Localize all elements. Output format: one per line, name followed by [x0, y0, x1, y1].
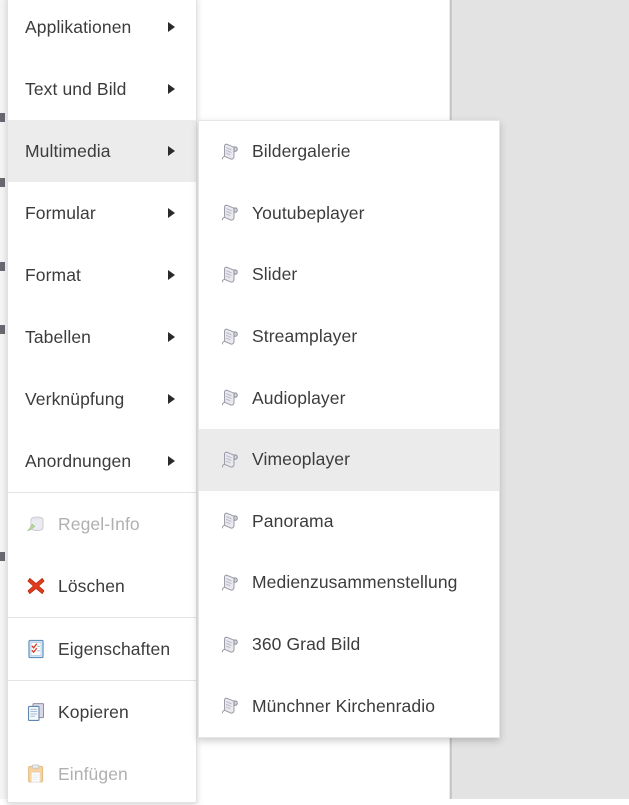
submenu-item-label: Streamplayer [252, 326, 358, 347]
submenu-item-bildergalerie[interactable]: Bildergalerie [199, 121, 499, 183]
submenu-item-label: 360 Grad Bild [252, 634, 361, 655]
context-menu-item-text-und-bild[interactable]: Text und Bild [8, 58, 196, 120]
context-menu-item-multimedia[interactable]: Multimedia [8, 120, 196, 182]
copy-pages-icon [25, 701, 47, 723]
properties-checklist-icon [25, 638, 47, 660]
submenu-item-label: Münchner Kirchenradio [252, 695, 436, 716]
scroll-module-icon [219, 141, 241, 163]
scroll-module-icon [219, 634, 241, 656]
context-menu-item-label: Kopieren [58, 701, 129, 722]
submenu-arrow-icon [168, 22, 175, 32]
submenu-item-panorama[interactable]: Panorama [199, 491, 499, 553]
submenu-arrow-icon [168, 208, 175, 218]
submenu-arrow-icon [168, 456, 175, 466]
multimedia-submenu[interactable]: Bildergalerie Youtubeplayer Slider Streampl… [198, 120, 500, 738]
context-menu-item-label: Tabellen [25, 326, 91, 347]
submenu-item-youtubeplayer[interactable]: Youtubeplayer [199, 183, 499, 245]
submenu-arrow-icon [168, 84, 175, 94]
submenu-item-medienzusammenstellung[interactable]: Medienzusammenstellung [199, 552, 499, 614]
submenu-item-label: Slider [252, 264, 298, 285]
context-menu-item-regel-info: Regel-Info [8, 493, 196, 555]
scroll-module-icon [219, 510, 241, 532]
context-menu-item-applikationen[interactable]: Applikationen [8, 0, 196, 58]
submenu-arrow-icon [168, 270, 175, 280]
context-menu-item-label: Text und Bild [25, 78, 127, 99]
submenu-item-label: Vimeoplayer [252, 449, 351, 470]
context-menu-item-label: Multimedia [25, 140, 111, 161]
context-menu-item-format[interactable]: Format [8, 244, 196, 306]
submenu-arrow-icon [168, 394, 175, 404]
context-menu-item-l-schen[interactable]: Löschen [8, 555, 196, 617]
context-menu-item-tabellen[interactable]: Tabellen [8, 306, 196, 368]
context-menu-item-label: Löschen [58, 575, 125, 596]
submenu-item-slider[interactable]: Slider [199, 244, 499, 306]
context-menu-item-label: Regel-Info [58, 513, 140, 534]
context-menu-item-label: Einfügen [58, 763, 128, 784]
context-menu-item-kopieren[interactable]: Kopieren [8, 681, 196, 743]
scroll-module-icon [219, 264, 241, 286]
submenu-item-label: Youtubeplayer [252, 202, 365, 223]
rule-info-icon [25, 513, 47, 535]
paste-clipboard-icon [25, 763, 47, 785]
left-edge-fragment-d [0, 325, 5, 334]
left-edge-fragment-a [0, 113, 5, 122]
scroll-module-icon [219, 326, 241, 348]
scroll-module-icon [219, 695, 241, 717]
context-menu-item-label: Anordnungen [25, 450, 132, 471]
submenu-arrow-icon [168, 332, 175, 342]
submenu-item-label: Audioplayer [252, 387, 346, 408]
submenu-arrow-icon [168, 146, 175, 156]
context-menu-item-eigenschaften[interactable]: Eigenschaften [8, 618, 196, 680]
context-menu-item-einf-gen: Einfügen [8, 743, 196, 805]
submenu-item-label: Bildergalerie [252, 141, 351, 162]
delete-x-icon [25, 575, 47, 597]
context-menu-item-label: Applikationen [25, 16, 132, 37]
scroll-module-icon [219, 387, 241, 409]
submenu-item-münchner-kirchenradio[interactable]: Münchner Kirchenradio [199, 675, 499, 737]
submenu-item-360-grad-bild[interactable]: 360 Grad Bild [199, 614, 499, 676]
context-menu-item-verkn-pfung[interactable]: Verknüpfung [8, 368, 196, 430]
menu-gap [197, 0, 199, 120]
context-menu-item-label: Verknüpfung [25, 388, 125, 409]
submenu-item-label: Medienzusammenstellung [252, 572, 458, 593]
context-menu-item-label: Eigenschaften [58, 638, 171, 659]
submenu-item-streamplayer[interactable]: Streamplayer [199, 306, 499, 368]
context-menu-item-formular[interactable]: Formular [8, 182, 196, 244]
context-menu-item-label: Format [25, 264, 82, 285]
left-edge-fragment-b [0, 178, 5, 187]
submenu-item-label: Panorama [252, 510, 334, 531]
submenu-item-vimeoplayer[interactable]: Vimeoplayer [199, 428, 499, 491]
submenu-item-audioplayer[interactable]: Audioplayer [199, 367, 499, 429]
scroll-module-icon [219, 572, 241, 594]
context-menu-item-label: Formular [25, 202, 96, 223]
context-menu[interactable]: Applikationen Text und Bild Multimedia Form… [7, 0, 197, 803]
left-edge-fragment-c [0, 262, 5, 271]
left-edge-fragment-e [0, 552, 5, 561]
scroll-module-icon [219, 202, 241, 224]
context-menu-item-anordnungen[interactable]: Anordnungen [8, 430, 196, 492]
scroll-module-icon [219, 449, 241, 471]
